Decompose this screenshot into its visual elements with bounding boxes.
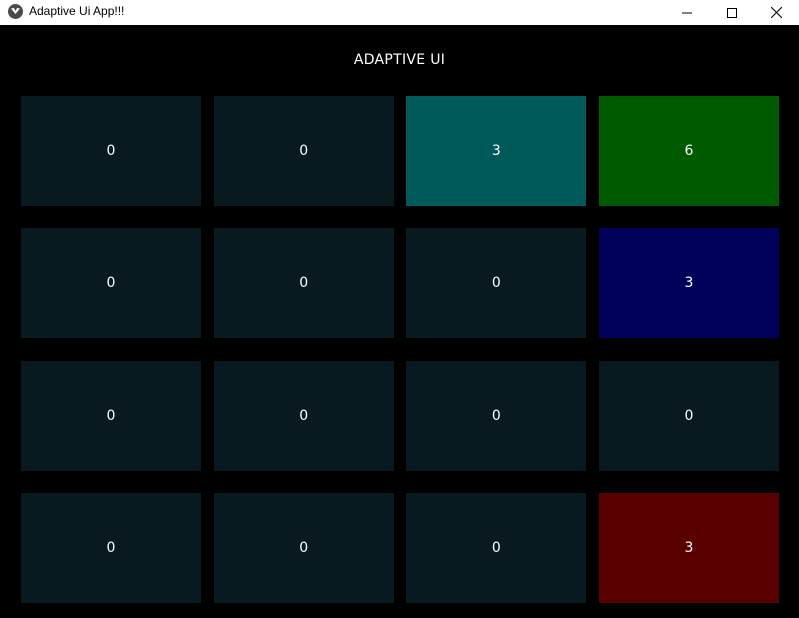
page-title: ADAPTIVE UI	[353, 52, 446, 68]
tile-grid: 0 0 3 6 0 0 0 3 0 0 0 0 0 0 0 3	[21, 96, 779, 603]
tile-r2-c1[interactable]: 0	[21, 228, 201, 339]
tile-r1-c3[interactable]: 3	[406, 96, 587, 206]
app-window: Adaptive Ui App!!! ADAPTIVE UI 0 0 3 6 0	[0, 0, 799, 618]
tile-value: 0	[299, 407, 309, 424]
close-button[interactable]	[754, 0, 799, 25]
kivy-butterfly-icon	[8, 4, 23, 19]
tile-r4-c2[interactable]: 0	[213, 492, 394, 603]
tile-r2-c2[interactable]: 0	[213, 228, 394, 339]
tile-r1-c1[interactable]: 0	[21, 96, 201, 206]
tile-r4-c1[interactable]: 0	[21, 492, 201, 603]
title-bar[interactable]: Adaptive Ui App!!!	[0, 0, 799, 25]
tile-value: 0	[106, 143, 116, 159]
tile-value: 0	[684, 407, 694, 424]
window-title: Adaptive Ui App!!!	[29, 4, 125, 18]
tile-r4-c3[interactable]: 0	[406, 492, 587, 603]
tile-r3-c3[interactable]: 0	[406, 360, 587, 471]
tile-value: 3	[684, 539, 694, 556]
maximize-icon	[726, 7, 737, 18]
tile-r4-c4[interactable]: 3	[598, 492, 779, 603]
tile-value: 0	[106, 275, 116, 292]
close-icon	[771, 7, 782, 18]
tile-value: 0	[491, 539, 501, 556]
tile-value: 0	[299, 275, 309, 292]
minimize-icon	[681, 12, 692, 13]
tile-value: 6	[684, 143, 694, 159]
tile-r1-c4[interactable]: 6	[598, 96, 779, 206]
tile-value: 0	[106, 539, 116, 556]
tile-value: 3	[491, 143, 501, 159]
tile-r3-c1[interactable]: 0	[21, 360, 201, 471]
tile-r3-c4[interactable]: 0	[598, 360, 779, 471]
tile-value: 0	[106, 407, 116, 424]
tile-r2-c3[interactable]: 0	[406, 228, 587, 339]
tile-value: 0	[491, 275, 501, 292]
tile-r3-c2[interactable]: 0	[213, 360, 394, 471]
maximize-button[interactable]	[709, 0, 754, 25]
tile-r1-c2[interactable]: 0	[213, 96, 394, 206]
tile-value: 0	[299, 143, 309, 159]
tile-value: 0	[491, 407, 501, 424]
minimize-button[interactable]	[664, 0, 709, 25]
tile-value: 0	[299, 539, 309, 556]
app-content: ADAPTIVE UI 0 0 3 6 0 0 0 3 0 0 0 0 0 0 …	[0, 26, 799, 618]
tile-r2-c4[interactable]: 3	[598, 228, 779, 339]
tile-value: 3	[684, 275, 694, 292]
